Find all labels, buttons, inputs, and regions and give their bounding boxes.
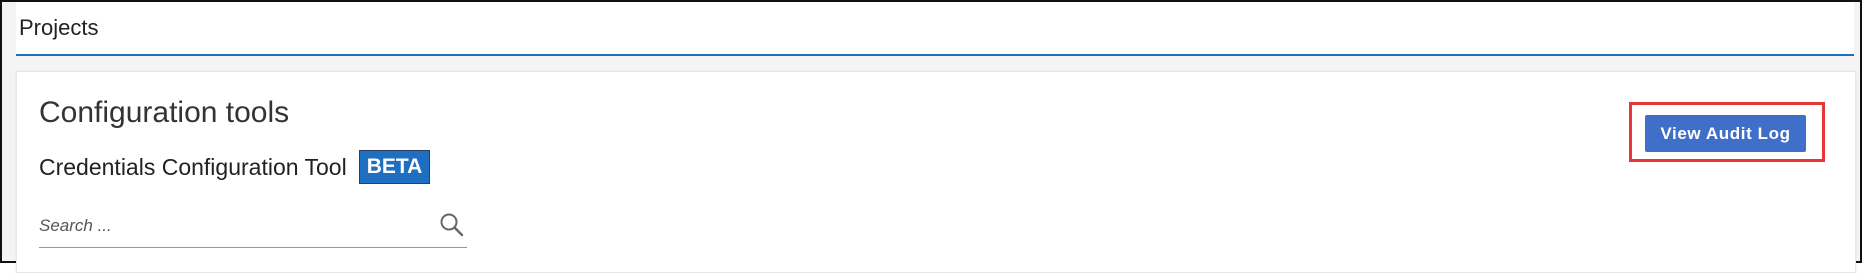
search-input[interactable] xyxy=(39,213,419,239)
tool-name: Credentials Configuration Tool xyxy=(39,153,347,180)
card-title: Configuration tools xyxy=(39,96,290,129)
view-audit-log-button[interactable]: View Audit Log xyxy=(1645,115,1806,152)
tool-row: Credentials Configuration Tool BETA xyxy=(39,150,431,184)
page-header: Projects xyxy=(16,2,1854,56)
page-frame: Projects Configuration tools Credentials… xyxy=(0,0,1862,273)
search-field xyxy=(39,207,467,248)
search-icon[interactable] xyxy=(439,212,465,238)
page-title: Projects xyxy=(19,15,99,40)
beta-badge: BETA xyxy=(358,150,431,184)
configuration-tools-card: Configuration tools Credentials Configur… xyxy=(16,71,1856,273)
